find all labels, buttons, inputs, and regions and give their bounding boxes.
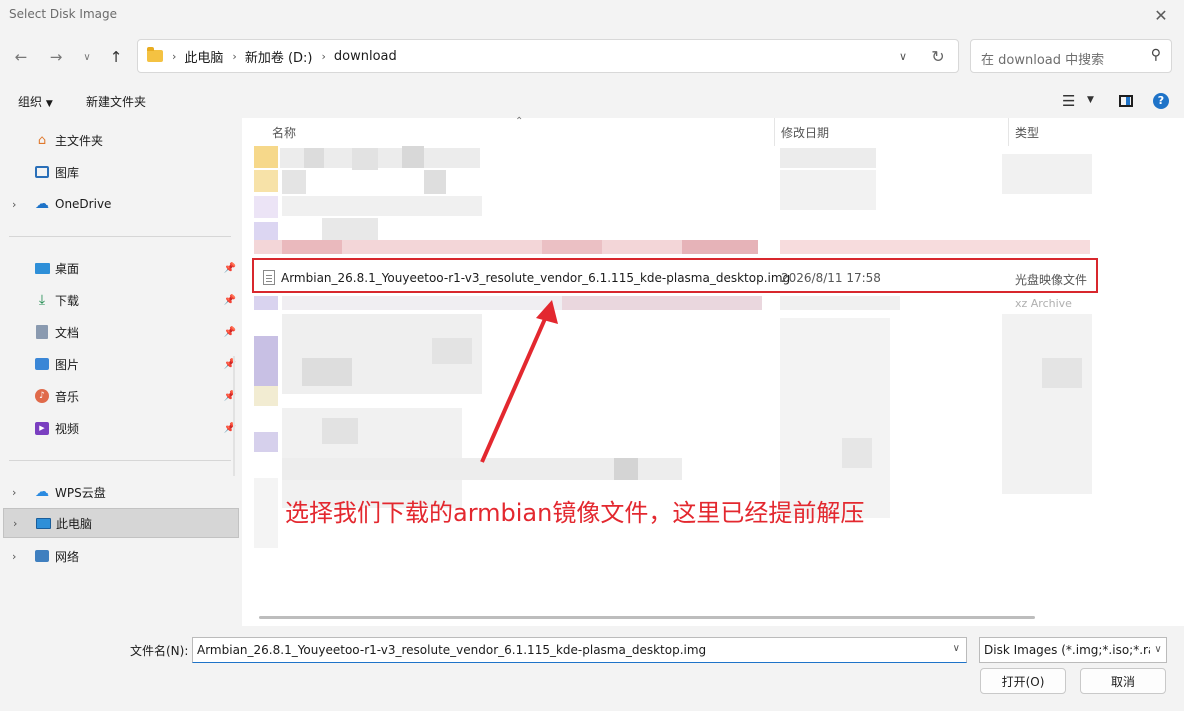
title-bar: Select Disk Image ✕ bbox=[0, 0, 1184, 30]
sidebar-item-label: 下载 bbox=[55, 293, 80, 308]
address-history-dropdown[interactable]: ∨ bbox=[888, 50, 918, 63]
horizontal-scrollbar[interactable] bbox=[259, 616, 1035, 619]
sidebar-item-home[interactable]: ⌂ 主文件夹 bbox=[3, 125, 239, 155]
search-input[interactable]: 在 download 中搜索 ⚲ bbox=[970, 39, 1172, 73]
help-icon[interactable]: ? bbox=[1153, 93, 1169, 109]
sidebar-item-label: 网络 bbox=[55, 549, 80, 564]
sidebar-divider bbox=[9, 236, 231, 237]
chevron-right-icon[interactable]: › bbox=[12, 550, 16, 563]
search-icon[interactable]: ⚲ bbox=[1151, 47, 1161, 63]
column-header-date[interactable]: 修改日期 bbox=[781, 124, 829, 141]
sidebar-item-label: 桌面 bbox=[55, 261, 80, 276]
picture-icon bbox=[34, 356, 50, 372]
navigation-bar: ← → ∨ ↑ › 此电脑 › 新加卷 (D:) › download ∨ ↻ … bbox=[0, 36, 1184, 78]
view-dropdown-icon[interactable]: ▼ bbox=[1087, 95, 1094, 105]
command-bar: 组织 ▼ 新建文件夹 ☰ ▼ ? bbox=[0, 84, 1184, 118]
breadcrumb-download[interactable]: download bbox=[334, 49, 397, 64]
dialog-footer: 文件名(N): Armbian_26.8.1_Youyeetoo-r1-v3_r… bbox=[0, 626, 1184, 711]
partial-row-type: xz Archive bbox=[1015, 297, 1072, 310]
file-list: ⌃ 名称 修改日期 类型 Armbian_26.8.1_Youyeetoo-r1… bbox=[242, 116, 1184, 626]
sort-ascending-icon: ⌃ bbox=[515, 116, 524, 127]
chevron-right-icon[interactable]: › bbox=[13, 517, 17, 530]
highlight-annotation-box bbox=[252, 258, 1098, 293]
desktop-icon bbox=[34, 260, 50, 276]
sidebar-item-music[interactable]: ♪ 音乐 📌 bbox=[3, 381, 239, 411]
view-list-icon[interactable]: ☰ bbox=[1062, 92, 1075, 110]
chevron-down-icon[interactable]: ∨ bbox=[953, 643, 960, 654]
annotation-arrow bbox=[480, 300, 558, 463]
sidebar-item-label: 文档 bbox=[55, 325, 80, 340]
sidebar-item-label: WPS云盘 bbox=[55, 485, 106, 500]
address-bar[interactable]: › 此电脑 › 新加卷 (D:) › download ∨ ↻ bbox=[137, 39, 959, 73]
column-header-name[interactable]: 名称 bbox=[272, 124, 296, 141]
video-icon: ▶ bbox=[34, 420, 50, 436]
sidebar-item-onedrive[interactable]: › ☁ OneDrive bbox=[3, 189, 239, 219]
sidebar-item-label: 音乐 bbox=[55, 389, 80, 404]
document-icon bbox=[34, 324, 50, 340]
refresh-icon[interactable]: ↻ bbox=[918, 47, 958, 66]
sidebar-item-videos[interactable]: ▶ 视频 📌 bbox=[3, 413, 239, 443]
chevron-right-icon[interactable]: › bbox=[12, 198, 16, 211]
filename-field[interactable]: Armbian_26.8.1_Youyeetoo-r1-v3_resolute_… bbox=[192, 637, 967, 663]
filename-value: Armbian_26.8.1_Youyeetoo-r1-v3_resolute_… bbox=[197, 643, 707, 657]
organize-button[interactable]: 组织 ▼ bbox=[18, 93, 53, 110]
chevron-right-icon[interactable]: › bbox=[172, 50, 176, 63]
preview-pane-icon[interactable] bbox=[1119, 95, 1133, 107]
file-type-filter-select[interactable]: Disk Images (*.img;*.iso;*.raw;*.xz) ∨ bbox=[979, 637, 1167, 663]
column-header-type[interactable]: 类型 bbox=[1015, 124, 1039, 141]
navigation-pane: ⌂ 主文件夹 图库 › ☁ OneDrive 桌面 📌 ⤓ 下载 📌 文档 📌 … bbox=[0, 118, 242, 626]
chevron-down-icon[interactable]: ∨ bbox=[75, 44, 99, 70]
sidebar-item-gallery[interactable]: 图库 bbox=[3, 157, 239, 187]
arrow-up-icon[interactable]: ↑ bbox=[104, 44, 128, 70]
sidebar-item-this-pc[interactable]: › 此电脑 bbox=[3, 508, 239, 538]
column-divider[interactable] bbox=[774, 118, 775, 146]
breadcrumb-this-pc[interactable]: 此电脑 bbox=[184, 47, 223, 66]
arrow-right-icon[interactable]: → bbox=[44, 44, 68, 70]
close-icon[interactable]: ✕ bbox=[1138, 0, 1184, 30]
open-button[interactable]: 打开(O) bbox=[980, 668, 1066, 694]
home-icon: ⌂ bbox=[37, 132, 47, 148]
pin-icon[interactable]: 📌 bbox=[224, 263, 236, 274]
sidebar-divider bbox=[9, 460, 231, 461]
filename-label: 文件名(N): bbox=[130, 644, 189, 658]
window-title: Select Disk Image bbox=[9, 7, 118, 21]
network-icon bbox=[34, 548, 50, 564]
sidebar-item-label: 此电脑 bbox=[56, 516, 93, 531]
cloud-icon: ☁ bbox=[35, 196, 49, 212]
sidebar-item-label: OneDrive bbox=[55, 197, 112, 211]
organize-label: 组织 bbox=[18, 95, 43, 109]
sidebar-item-desktop[interactable]: 桌面 📌 bbox=[3, 253, 239, 283]
sidebar-item-documents[interactable]: 文档 📌 bbox=[3, 317, 239, 347]
filter-value: Disk Images (*.img;*.iso;*.raw;*.xz) bbox=[984, 643, 1166, 657]
sidebar-item-label: 主文件夹 bbox=[55, 133, 104, 148]
computer-icon bbox=[35, 515, 51, 531]
sidebar-scrollbar[interactable] bbox=[233, 356, 235, 476]
chevron-down-icon[interactable]: ∨ bbox=[1150, 638, 1166, 662]
music-icon: ♪ bbox=[34, 388, 50, 404]
caret-down-icon: ▼ bbox=[45, 99, 53, 109]
sidebar-item-wps-cloud[interactable]: › ☁ WPS云盘 bbox=[3, 477, 239, 507]
wps-cloud-icon: ☁ bbox=[35, 484, 49, 500]
chevron-right-icon[interactable]: › bbox=[232, 50, 236, 63]
folder-icon bbox=[147, 47, 163, 62]
sidebar-item-label: 图库 bbox=[55, 165, 80, 180]
breadcrumb-drive-d[interactable]: 新加卷 (D:) bbox=[245, 47, 313, 66]
chevron-right-icon[interactable]: › bbox=[322, 50, 326, 63]
chevron-right-icon[interactable]: › bbox=[12, 486, 16, 499]
search-placeholder: 在 download 中搜索 bbox=[981, 53, 1105, 68]
download-icon: ⤓ bbox=[38, 292, 46, 308]
sidebar-item-downloads[interactable]: ⤓ 下载 📌 bbox=[3, 285, 239, 315]
pin-icon[interactable]: 📌 bbox=[224, 295, 236, 306]
new-folder-button[interactable]: 新建文件夹 bbox=[86, 93, 146, 110]
sidebar-item-network[interactable]: › 网络 bbox=[3, 541, 239, 571]
sidebar-item-pictures[interactable]: 图片 📌 bbox=[3, 349, 239, 379]
pin-icon[interactable]: 📌 bbox=[224, 327, 236, 338]
arrow-left-icon[interactable]: ← bbox=[9, 44, 33, 70]
sidebar-item-label: 图片 bbox=[55, 357, 80, 372]
gallery-icon bbox=[34, 164, 50, 180]
cancel-button[interactable]: 取消 bbox=[1080, 668, 1166, 694]
sidebar-item-label: 视频 bbox=[55, 421, 80, 436]
column-divider[interactable] bbox=[1008, 118, 1009, 146]
annotation-text: 选择我们下载的armbian镜像文件，这里已经提前解压 bbox=[285, 499, 865, 527]
